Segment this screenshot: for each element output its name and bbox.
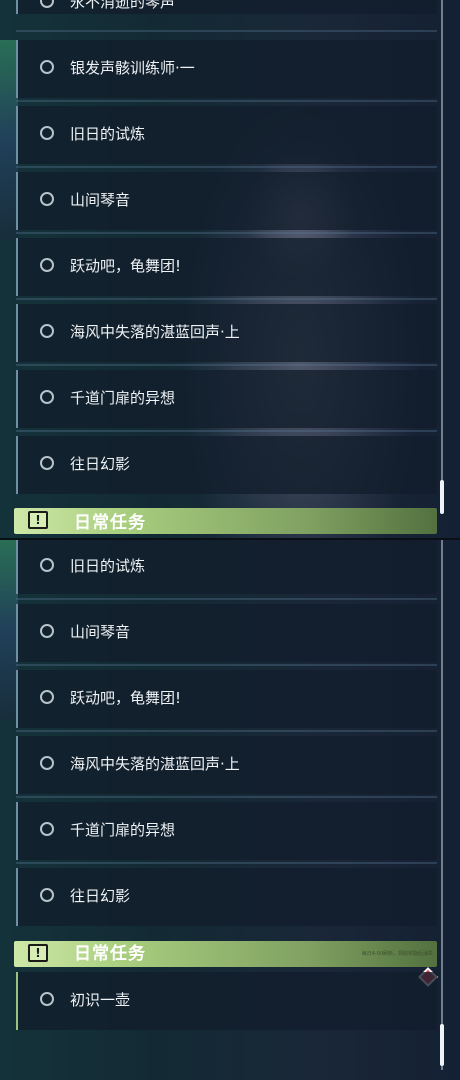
quest-item[interactable]: 往日幻影	[16, 436, 437, 494]
quest-list-panel-top: 永不消逝的琴声 银发声骸训练师·一 旧日的试炼 山间琴音 跃动吧，龟舞团! 海风…	[0, 0, 460, 540]
quest-item[interactable]: 山间琴音	[16, 604, 437, 662]
divider	[16, 364, 437, 366]
quest-item-label: 山间琴音	[70, 191, 131, 209]
quest-status-icon	[40, 390, 54, 404]
section-title: 日常任务	[74, 513, 146, 533]
scrollbar-track[interactable]	[441, 0, 443, 512]
quest-item[interactable]: 银发声骸训练师·一	[16, 40, 437, 98]
quest-status-icon	[40, 60, 54, 74]
quest-item-label: 永不消逝的琴声	[70, 0, 176, 11]
quest-status-icon	[40, 992, 54, 1006]
daily-quest-item[interactable]: 初识一壶	[16, 972, 437, 1030]
quest-status-icon	[40, 192, 54, 206]
quest-item-label: 跃动吧，龟舞团!	[70, 257, 182, 275]
quest-item[interactable]: 海风中失落的湛蓝回声·上	[16, 736, 437, 794]
quest-status-icon	[40, 456, 54, 470]
divider	[16, 430, 437, 432]
daily-quests-header[interactable]: ! 日常任务	[14, 508, 437, 534]
quest-item[interactable]: 跃动吧，龟舞团!	[16, 238, 437, 296]
section-title: 日常任务	[74, 944, 146, 964]
quest-status-icon	[40, 690, 54, 704]
divider	[16, 100, 437, 102]
quest-item-label: 旧日的试炼	[70, 557, 146, 575]
scrollbar-thumb[interactable]	[440, 480, 444, 514]
quest-item-label: 千道门扉的异想	[70, 821, 176, 839]
quest-item[interactable]: 永不消逝的琴声	[16, 0, 437, 14]
divider	[16, 30, 437, 32]
quest-item-label: 初识一壶	[70, 991, 131, 1009]
section-hint: 每日4:00刷新，领取奖励后消失	[361, 951, 433, 957]
quest-status-icon	[40, 822, 54, 836]
quest-item[interactable]: 旧日的试炼	[16, 540, 437, 594]
exclamation-icon: !	[28, 944, 48, 962]
quest-item-label: 海风中失落的湛蓝回声·上	[70, 323, 240, 341]
divider	[16, 730, 437, 732]
quest-item[interactable]: 旧日的试炼	[16, 106, 437, 164]
quest-status-icon	[40, 324, 54, 338]
quest-item[interactable]: 山间琴音	[16, 172, 437, 230]
quest-item[interactable]: 千道门扉的异想	[16, 370, 437, 428]
quest-item-label: 往日幻影	[70, 887, 131, 905]
scrollbar-track[interactable]	[441, 540, 443, 1070]
scrollbar-thumb[interactable]	[440, 1024, 444, 1066]
quest-status-icon	[40, 0, 54, 8]
quest-status-icon	[40, 624, 54, 638]
quest-status-icon	[40, 888, 54, 902]
quest-item-label: 海风中失落的湛蓝回声·上	[70, 755, 240, 773]
quest-status-icon	[40, 558, 54, 572]
quest-status-icon	[40, 756, 54, 770]
quest-item[interactable]: 跃动吧，龟舞团!	[16, 670, 437, 728]
divider	[16, 166, 437, 168]
quest-item-label: 银发声骸训练师·一	[70, 59, 195, 77]
quest-item[interactable]: 往日幻影	[16, 868, 437, 926]
divider	[16, 298, 437, 300]
quest-item-label: 跃动吧，龟舞团!	[70, 689, 182, 707]
quest-item[interactable]: 千道门扉的异想	[16, 802, 437, 860]
divider	[16, 862, 437, 864]
quest-item-label: 山间琴音	[70, 623, 131, 641]
quest-status-icon	[40, 126, 54, 140]
quest-item[interactable]: 海风中失落的湛蓝回声·上	[16, 304, 437, 362]
divider	[16, 796, 437, 798]
quest-status-icon	[40, 258, 54, 272]
divider	[16, 232, 437, 234]
quest-item-label: 往日幻影	[70, 455, 131, 473]
divider	[16, 664, 437, 666]
quest-item-label: 千道门扉的异想	[70, 389, 176, 407]
quest-item-label: 旧日的试炼	[70, 125, 146, 143]
daily-quests-header[interactable]: ! 日常任务 每日4:00刷新，领取奖励后消失	[14, 941, 437, 967]
quest-list-panel-bottom: 旧日的试炼 山间琴音 跃动吧，龟舞团! 海风中失落的湛蓝回声·上 千道门扉的异想…	[0, 540, 460, 1080]
exclamation-icon: !	[28, 511, 48, 529]
divider	[16, 598, 437, 600]
